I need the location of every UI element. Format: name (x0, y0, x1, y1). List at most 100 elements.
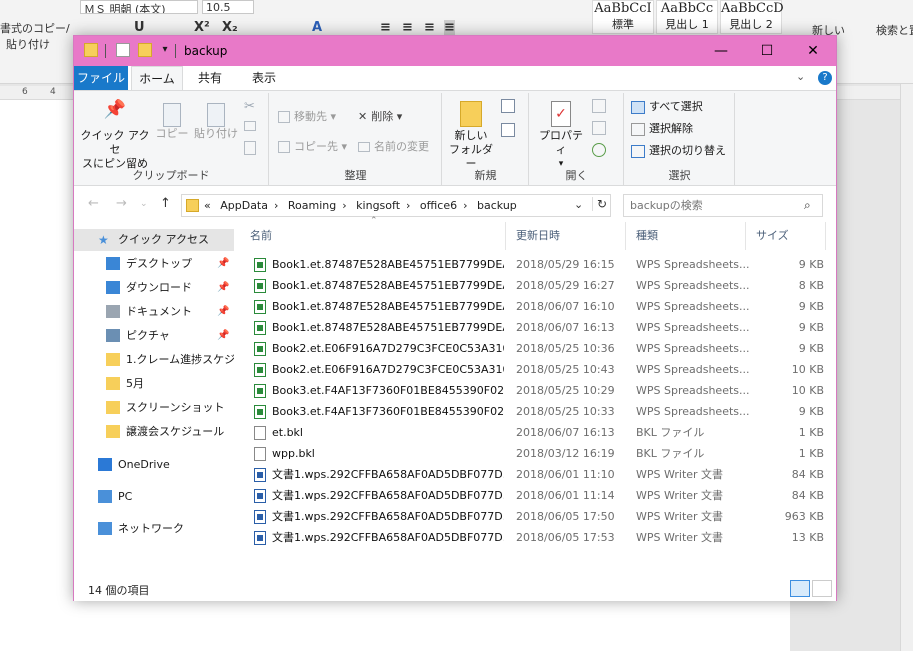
select-none-button[interactable]: 選択解除 (631, 121, 693, 137)
history-icon[interactable] (592, 143, 606, 157)
file-row[interactable]: Book1.et.87487E528ABE45751EB7799DEA... 20… (250, 254, 824, 275)
breadcrumb-roaming[interactable]: Roaming (288, 199, 336, 212)
pin-icon[interactable]: 📌 (217, 325, 229, 347)
column-header-date[interactable]: 更新日時 (506, 222, 626, 250)
nav-item[interactable]: デスクトップ 📌 (74, 253, 234, 275)
edit-icon[interactable] (592, 121, 606, 135)
nav-item[interactable]: ★ クイック アクセス (74, 229, 234, 251)
chevron-down-icon[interactable]: ▾ (158, 43, 172, 57)
properties-quick-icon[interactable] (116, 43, 130, 57)
details-view-button[interactable] (790, 580, 810, 597)
minimize-button[interactable]: — (698, 36, 744, 66)
pin-quick-access-button[interactable]: 📌 クイック アクセ スにピン留め (80, 101, 150, 171)
rename-button[interactable]: 名前の変更 (358, 139, 429, 155)
superscript-button[interactable]: X² (194, 20, 210, 35)
underline-button[interactable]: U (134, 20, 145, 35)
breadcrumb-office6[interactable]: office6 (420, 199, 457, 212)
forward-arrow-icon[interactable]: → (116, 196, 127, 211)
file-row[interactable]: Book2.et.E06F916A7D279C3FCE0C53A310... 20… (250, 359, 824, 380)
copy-button[interactable]: コピー (154, 103, 190, 141)
move-to-button[interactable]: 移動先 ▾ (278, 109, 336, 125)
delete-button[interactable]: ✕ 削除 ▾ (358, 109, 402, 125)
pin-icon[interactable]: 📌 (217, 301, 229, 323)
align-center-button[interactable]: ≡ (402, 20, 413, 35)
back-arrow-icon[interactable]: ← (88, 196, 99, 211)
search-icon[interactable]: ⌕ (804, 198, 811, 213)
align-right-button[interactable]: ≡ (424, 20, 435, 35)
tab-file[interactable]: ファイル (74, 66, 128, 90)
column-header-name[interactable]: 名前 (240, 222, 506, 250)
breadcrumb-backup[interactable]: backup (477, 199, 517, 212)
align-left-button[interactable]: ≡ (380, 20, 391, 35)
open-icon[interactable] (592, 99, 606, 113)
format-painter-label[interactable]: 書式のコピー/ (0, 20, 70, 36)
column-header-size[interactable]: サイズ (746, 222, 826, 250)
nav-item[interactable]: 5月 (74, 373, 234, 395)
up-arrow-icon[interactable]: ↑ (160, 196, 171, 211)
pin-icon[interactable]: 📌 (217, 253, 229, 275)
tab-view[interactable]: 表示 (242, 66, 286, 90)
nav-item[interactable]: ドキュメント 📌 (74, 301, 234, 323)
nav-item[interactable]: スクリーンショット (74, 397, 234, 419)
style-heading-2[interactable]: AaBbCcD 見出し 2 (720, 0, 784, 34)
tab-home[interactable]: ホーム (131, 66, 183, 90)
easy-access-icon[interactable] (501, 123, 515, 137)
address-box[interactable]: « AppData › Roaming › kingsoft › office6 › b… (181, 194, 611, 217)
paste-button[interactable]: 貼り付け (194, 103, 238, 141)
search-box[interactable]: ⌕ (623, 194, 823, 217)
file-row[interactable]: et.bkl 2018/06/07 16:13 BKL ファイル 1 KB (250, 422, 824, 443)
format-painter-label-2[interactable]: 貼り付け (6, 36, 50, 52)
file-row[interactable]: Book1.et.87487E528ABE45751EB7799DEA... 20… (250, 296, 824, 317)
properties-button[interactable]: ✓ プロパティ ▾ (536, 101, 586, 171)
title-bar[interactable]: ▾ backup — ☐ ✕ (74, 36, 836, 66)
column-header-type[interactable]: 種類 (626, 222, 746, 250)
nav-item[interactable]: 譲渡会スケジュール (74, 421, 234, 443)
address-dropdown-icon[interactable]: ⌄ (574, 198, 583, 211)
breadcrumb-prefix[interactable]: « (204, 199, 211, 212)
nav-item[interactable]: PC (74, 486, 234, 508)
style-normal[interactable]: AaBbCcI 標準 (592, 0, 654, 34)
nav-item[interactable]: ダウンロード 📌 (74, 277, 234, 299)
file-row[interactable]: wpp.bkl 2018/03/12 16:19 BKL ファイル 1 KB (250, 443, 824, 464)
justify-button[interactable]: ≡ (444, 20, 455, 35)
maximize-button[interactable]: ☐ (744, 36, 790, 66)
close-button[interactable]: ✕ (790, 36, 836, 66)
nav-item[interactable]: ピクチャ 📌 (74, 325, 234, 347)
file-row[interactable]: Book1.et.87487E528ABE45751EB7799DEA... 20… (250, 275, 824, 296)
find-replace-label[interactable]: 検索と置 (876, 22, 913, 38)
file-row[interactable]: 文書1.wps.292CFFBA658AF0AD5DBF077D... 2018/… (250, 506, 824, 527)
font-size-combo[interactable]: 10.5 (202, 0, 254, 14)
file-row[interactable]: 文書1.wps.292CFFBA658AF0AD5DBF077D... 2018/… (250, 464, 824, 485)
file-row[interactable]: Book3.et.F4AF13F7360F01BE8455390F020... 2… (250, 401, 824, 422)
new-item-icon[interactable] (501, 99, 515, 113)
document-scrollbar[interactable] (900, 84, 913, 651)
file-row[interactable]: 文書1.wps.292CFFBA658AF0AD5DBF077D... 2018/… (250, 527, 824, 548)
chevron-down-icon[interactable]: ⌄ (140, 199, 148, 209)
tab-share[interactable]: 共有 (188, 66, 232, 90)
copy-path-icon[interactable] (244, 121, 256, 131)
ribbon-collapse-icon[interactable]: ⌄ (796, 70, 805, 83)
file-row[interactable]: Book1.et.87487E528ABE45751EB7799DEA... 20… (250, 317, 824, 338)
help-icon[interactable]: ? (818, 71, 832, 85)
pin-icon[interactable]: 📌 (217, 277, 229, 299)
nav-item[interactable]: OneDrive (74, 454, 234, 476)
invert-selection-button[interactable]: 選択の切り替え (631, 143, 726, 159)
file-row[interactable]: Book3.et.F4AF13F7360F01BE8455390F020... 2… (250, 380, 824, 401)
new-folder-quick-icon[interactable] (138, 43, 152, 57)
nav-item[interactable]: ネットワーク (74, 518, 234, 540)
cut-icon[interactable]: ✂ (244, 99, 255, 114)
breadcrumb-kingsoft[interactable]: kingsoft (356, 199, 400, 212)
large-icons-view-button[interactable] (812, 580, 832, 597)
refresh-icon[interactable]: ↻ (592, 197, 607, 211)
font-color-button[interactable]: A (312, 20, 322, 35)
select-all-button[interactable]: すべて選択 (631, 99, 703, 115)
style-heading-1[interactable]: AaBbCc 見出し 1 (656, 0, 718, 34)
paste-shortcut-icon[interactable] (244, 141, 256, 155)
nav-item[interactable]: 1.クレーム進捗スケジュ (74, 349, 234, 371)
breadcrumb-appdata[interactable]: AppData (220, 199, 268, 212)
font-name-combo[interactable]: ＭＳ 明朝 (本文) (80, 0, 198, 14)
file-row[interactable]: Book2.et.E06F916A7D279C3FCE0C53A310... 20… (250, 338, 824, 359)
copy-to-button[interactable]: コピー先 ▾ (278, 139, 347, 155)
subscript-button[interactable]: X₂ (222, 20, 238, 35)
file-row[interactable]: 文書1.wps.292CFFBA658AF0AD5DBF077D... 2018/… (250, 485, 824, 506)
